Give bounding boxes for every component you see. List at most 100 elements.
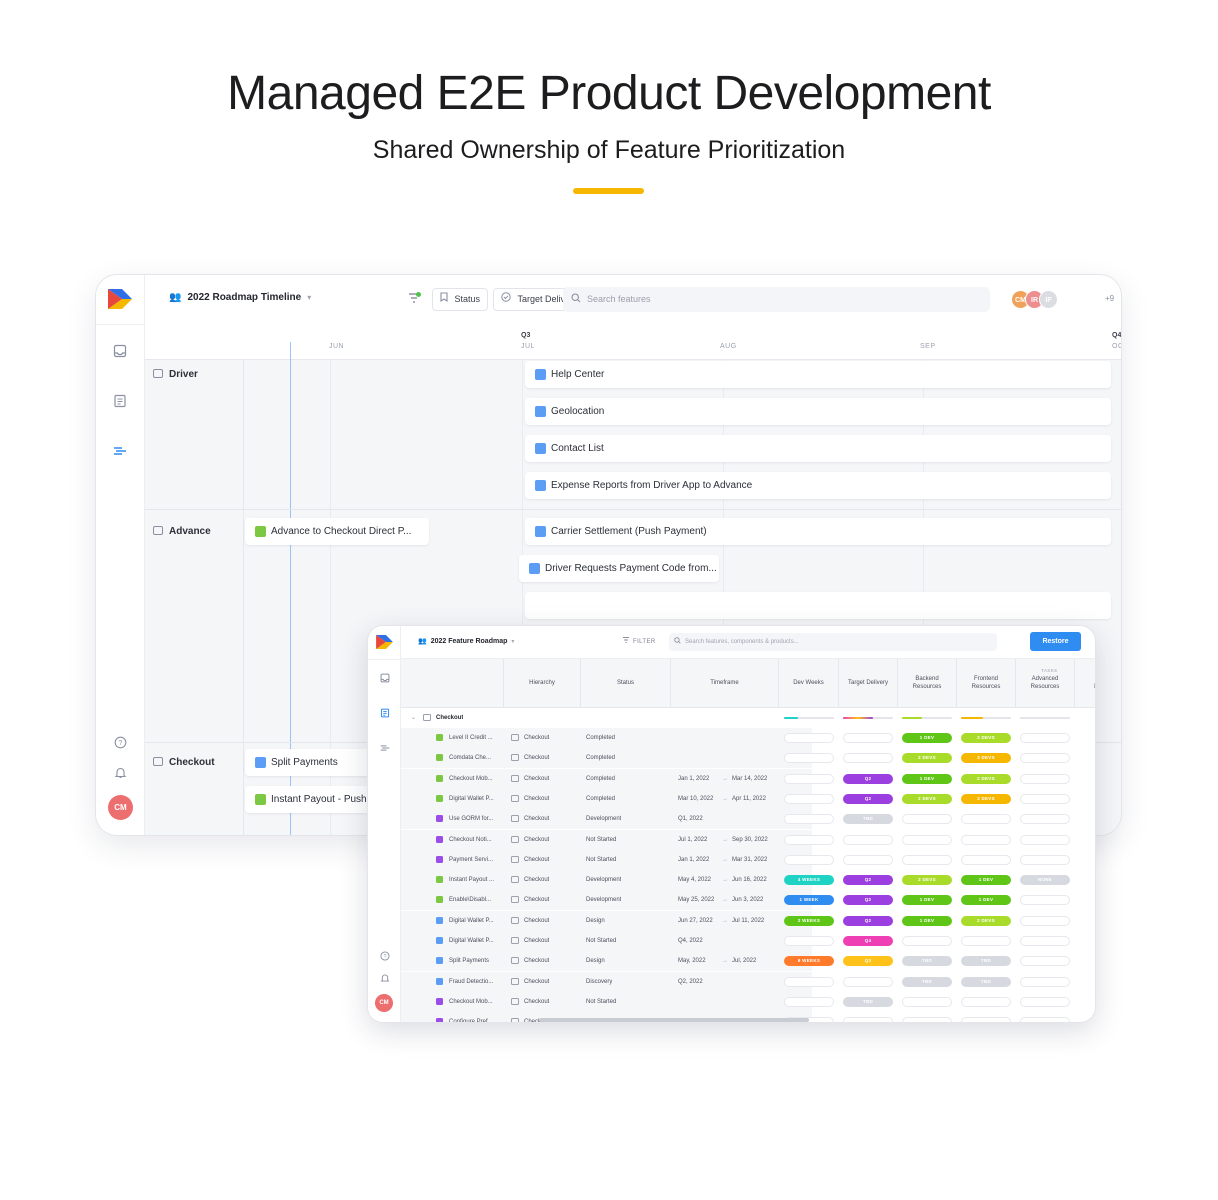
feature-bar[interactable]: Driver Requests Payment Code from...	[519, 555, 719, 582]
user-avatar[interactable]: CM	[375, 994, 393, 1012]
feature-name[interactable]: Enable\Disabl...	[449, 890, 501, 910]
table-row[interactable]: Fraud Detectio... Checkout Discovery Q2, 20…	[401, 971, 1095, 992]
collaborator-avatar[interactable]: IF	[1039, 290, 1058, 309]
target-pill[interactable]: TBD	[843, 814, 893, 825]
status-value[interactable]: Discovery	[586, 972, 612, 992]
backend-pill[interactable]: TBD	[902, 956, 952, 967]
table-row[interactable]: Digital Wallet P... Checkout Design Jun 27,…	[401, 910, 1095, 931]
inbox-icon[interactable]	[379, 673, 390, 684]
timeframe-end[interactable]: Jul, 2022	[732, 951, 756, 971]
group-checkout[interactable]: Checkout	[153, 757, 215, 768]
empty-pill[interactable]	[843, 733, 893, 743]
empty-pill[interactable]	[961, 814, 1011, 825]
table-row[interactable]: Use GORM for... Checkout Development Q1, 20…	[401, 809, 1095, 830]
table-row[interactable]: Checkout Mob... Checkout Completed Jan 1, 2…	[401, 768, 1095, 789]
timeframe-start[interactable]: Q1, 2022	[678, 809, 703, 829]
timeframe-end[interactable]: Mar 31, 2022	[732, 850, 767, 870]
target-pill[interactable]: Q2	[843, 875, 893, 886]
feature-name[interactable]: Configure Pref...	[449, 1012, 501, 1022]
restore-button[interactable]: Restore	[1030, 632, 1081, 651]
feature-name[interactable]: Checkout Noti...	[449, 830, 501, 850]
timeframe-start[interactable]: Jul 1, 2022	[678, 830, 707, 850]
empty-pill[interactable]	[784, 753, 834, 764]
empty-pill[interactable]	[1020, 936, 1070, 946]
status-value[interactable]: Not Started	[586, 931, 616, 951]
feature-name[interactable]: Checkout Mob...	[449, 992, 501, 1012]
empty-pill[interactable]	[902, 814, 952, 825]
app-logo-icon[interactable]	[108, 289, 132, 309]
table-row[interactable]: Checkout Mob... Checkout Not Started TBD	[401, 991, 1095, 1012]
backend-pill[interactable]: TBD	[902, 976, 952, 987]
frontend-pill[interactable]: TBD	[961, 976, 1011, 987]
feature-name[interactable]: Payment Servi...	[449, 850, 501, 870]
status-button[interactable]: Status	[432, 288, 489, 311]
user-avatar[interactable]: CM	[108, 795, 133, 820]
status-value[interactable]: Not Started	[586, 830, 616, 850]
timeframe-start[interactable]: Jan 1, 2022	[678, 850, 709, 870]
timeframe-end[interactable]: Jun 16, 2022	[732, 870, 767, 890]
backend-pill[interactable]: 1 DEV	[902, 895, 952, 906]
feature-name[interactable]: Split Payments	[449, 951, 501, 971]
timeline-icon[interactable]	[379, 743, 390, 754]
group-driver[interactable]: Driver	[153, 369, 198, 380]
empty-pill[interactable]	[784, 996, 834, 1007]
table-row[interactable]: Split Payments Checkout Design May, 2022 → Ju…	[401, 951, 1095, 972]
timeframe-start[interactable]: Mar 10, 2022	[678, 789, 713, 809]
status-value[interactable]: Not Started	[586, 850, 616, 870]
column-header[interactable]: Timeframe	[671, 659, 779, 708]
empty-pill[interactable]	[1020, 976, 1070, 987]
feature-name[interactable]: Digital Wallet P...	[449, 911, 501, 931]
target-pill[interactable]: Q4	[843, 936, 893, 946]
timeframe-end[interactable]: Sep 30, 2022	[732, 830, 768, 850]
filter-button[interactable]: FILTER	[622, 637, 656, 645]
status-value[interactable]: Completed	[586, 728, 615, 748]
empty-pill[interactable]	[843, 1017, 893, 1022]
feature-bar[interactable]: Expense Reports from Driver App to Advan…	[525, 472, 1111, 499]
empty-pill[interactable]	[1020, 814, 1070, 825]
empty-pill[interactable]	[1020, 733, 1070, 743]
column-header[interactable]: Dev Weeks	[779, 659, 839, 708]
empty-pill[interactable]	[1020, 753, 1070, 764]
timeframe-start[interactable]: May, 2022	[678, 951, 706, 971]
target-pill[interactable]: Q2	[843, 773, 893, 784]
timeframe-end[interactable]: Jun 3, 2022	[732, 890, 763, 910]
empty-pill[interactable]	[961, 996, 1011, 1007]
timeframe-start[interactable]: Jun 27, 2022	[678, 911, 713, 931]
feature-name[interactable]: Comdata Che...	[449, 748, 501, 768]
table-row[interactable]: Payment Servi... Checkout Not Started Jan 1…	[401, 849, 1095, 870]
empty-pill[interactable]	[902, 854, 952, 865]
app-logo-icon[interactable]	[376, 635, 393, 649]
column-header[interactable]: Hierarchy	[504, 659, 581, 708]
empty-pill[interactable]	[1020, 793, 1070, 804]
feature-bar-partial[interactable]	[525, 592, 1111, 619]
advanced-pill[interactable]: NONE	[1020, 875, 1070, 886]
feature-name[interactable]: Instant Payout ...	[449, 870, 501, 890]
empty-pill[interactable]	[902, 936, 952, 946]
timeline-icon[interactable]	[113, 444, 127, 458]
empty-pill[interactable]	[1020, 956, 1070, 967]
empty-pill[interactable]	[961, 1017, 1011, 1022]
search-features-input[interactable]: Search features, components & products..…	[669, 633, 997, 651]
inbox-icon[interactable]	[113, 344, 127, 358]
table-row[interactable]: Digital Wallet P... Checkout Not Started Q4…	[401, 931, 1095, 951]
frontend-pill[interactable]: 2 DEVS	[961, 915, 1011, 926]
feature-bar[interactable]: Geolocation	[525, 398, 1111, 425]
status-value[interactable]: Design	[586, 951, 605, 971]
target-pill[interactable]: Q3	[843, 956, 893, 967]
feature-name[interactable]: Digital Wallet P...	[449, 789, 501, 809]
empty-pill[interactable]	[1020, 915, 1070, 926]
status-value[interactable]: Design	[586, 911, 605, 931]
backend-pill[interactable]: 1 DEV	[902, 733, 952, 743]
empty-pill[interactable]	[961, 854, 1011, 865]
feature-bar[interactable]: Advance to Checkout Direct P...	[245, 518, 429, 545]
empty-pill[interactable]	[902, 1017, 952, 1022]
timeframe-start[interactable]: May 4, 2022	[678, 870, 711, 890]
status-value[interactable]: Development	[586, 890, 621, 910]
empty-pill[interactable]	[784, 773, 834, 784]
empty-pill[interactable]	[1020, 773, 1070, 784]
empty-pill[interactable]	[1020, 834, 1070, 845]
column-header[interactable]: Backend Resources	[898, 659, 957, 708]
status-value[interactable]: Completed	[586, 769, 615, 789]
empty-pill[interactable]	[843, 834, 893, 845]
empty-pill[interactable]	[961, 936, 1011, 946]
